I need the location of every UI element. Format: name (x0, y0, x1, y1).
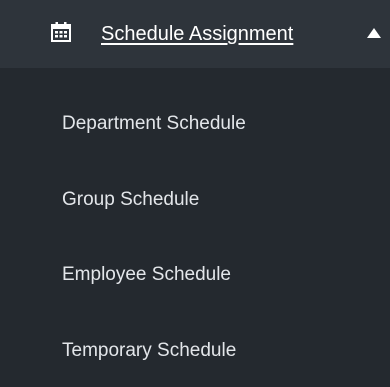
menu-item-group-schedule[interactable]: Group Schedule (0, 174, 390, 228)
schedule-assignment-header[interactable]: Schedule Assignment (0, 0, 390, 68)
schedule-menu-panel: Schedule Assignment Department Schedule … (0, 0, 390, 387)
menu-item-label: Group Schedule (62, 189, 200, 210)
menu-item-department-schedule[interactable]: Department Schedule (0, 98, 390, 152)
menu-item-label: Temporary Schedule (62, 340, 237, 361)
schedule-assignment-title[interactable]: Schedule Assignment (101, 21, 293, 47)
menu-item-label: Department Schedule (62, 113, 246, 134)
menu-item-employee-schedule[interactable]: Employee Schedule (0, 249, 390, 303)
menu-item-label: Employee Schedule (62, 264, 231, 285)
calendar-icon (51, 22, 71, 42)
menu-item-temporary-schedule[interactable]: Temporary Schedule (0, 325, 390, 379)
caret-up-icon[interactable] (366, 27, 382, 39)
